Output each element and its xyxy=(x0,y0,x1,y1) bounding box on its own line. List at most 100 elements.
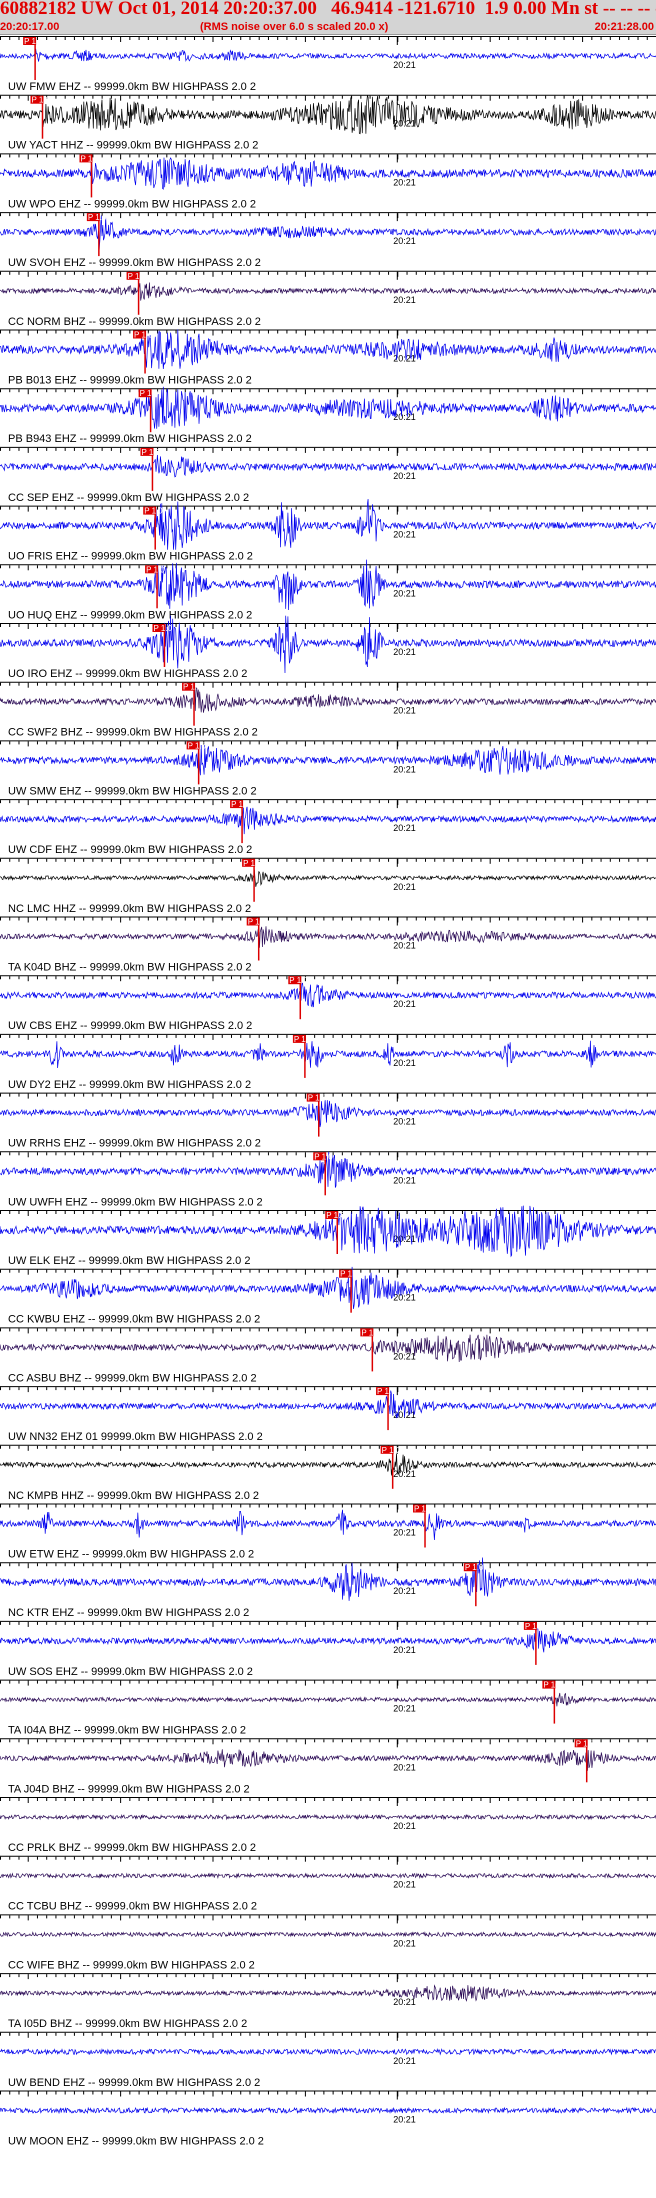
minute-label: 20:21 xyxy=(393,1528,416,1538)
waveform-line xyxy=(0,869,656,887)
trace-panel: 20:21 P 1.0 UW CDF EHZ -- 99999.0km BW HIG… xyxy=(0,799,656,856)
minute-label: 20:21 xyxy=(393,882,416,892)
minute-label: 20:21 xyxy=(393,999,416,1009)
trace-panel: 20:21 P 1.0 PB B943 EHZ -- 99999.0km BW HI… xyxy=(0,386,656,445)
station-label: UW YACT HHZ -- 99999.0km BW HIGHPASS 2.0… xyxy=(8,140,258,152)
trace-panel: 20:21P 1.0UW ELK EHZ -- 99999.0km BW HIG… xyxy=(0,1205,656,1267)
station-label: NC KMPB HHZ -- 99999.0km BW HIGHPASS 2.0… xyxy=(8,1490,259,1502)
minute-label: 20:21 xyxy=(393,471,416,481)
waveform-line xyxy=(0,1813,656,1821)
waveform-line xyxy=(0,687,656,713)
station-label: CC PRLK BHZ -- 99999.0km BW HIGHPASS 2.0… xyxy=(8,1842,256,1854)
station-label: UW SVOH EHZ -- 99999.0km BW HIGHPASS 2.0… xyxy=(8,257,261,269)
minute-label: 20:21 xyxy=(393,236,416,246)
station-label: CC WIFE BHZ -- 99999.0km BW HIGHPASS 2.0… xyxy=(8,1959,255,1971)
waveform-line xyxy=(0,1390,656,1419)
trace-panel: 20:21 P 1.0 CC ASBU BHZ -- 99999.0km BW HI… xyxy=(0,1327,656,1384)
trace-panel: 20:21 P 1.0 CC NORM BHZ -- 99999.0km BW HI… xyxy=(0,270,656,328)
trace-panel: 20:21 P 1.0 UW SOS EHZ -- 99999.0km BW HIG… xyxy=(0,1620,656,1678)
pick-label: P 1.0 xyxy=(153,624,172,633)
minute-label: 20:21 xyxy=(393,1762,416,1772)
station-label: TA I04A BHZ -- 99999.0km BW HIGHPASS 2.0… xyxy=(8,1725,246,1737)
pick-label: P 1.0 xyxy=(248,918,267,927)
station-label: UW NN32 EHZ 01 99999.0km BW HIGHPASS 2.0… xyxy=(8,1431,263,1443)
waveform-line xyxy=(0,329,656,370)
waveform-line xyxy=(0,1749,656,1771)
minute-label: 20:21 xyxy=(393,1821,416,1831)
pick-label: P 1.0 xyxy=(525,1622,544,1631)
pick-label: P 1.0 xyxy=(183,683,202,692)
minute-label: 20:21 xyxy=(393,1117,416,1127)
minute-label: 20:21 xyxy=(393,60,416,70)
minute-label: 20:21 xyxy=(393,1880,416,1890)
waveform-line xyxy=(0,48,656,62)
station-label: UW DY2 EHZ -- 99999.0km BW HIGHPASS 2.0 … xyxy=(8,1079,251,1091)
trace-panel: 20:21 P 1.0 UO HUQ EHZ -- 99999.0km BW HIG… xyxy=(0,559,656,621)
waveform-line xyxy=(0,95,656,135)
trace-panel: 20:21 P 1.0 NC LMC HHZ -- 99999.0km BW HIG… xyxy=(0,857,656,915)
waveform-line xyxy=(0,982,656,1008)
station-label: UW UWFH EHZ -- 99999.0km BW HIGHPASS 2.0… xyxy=(8,1196,263,1208)
waveform-line xyxy=(0,499,656,550)
minute-label: 20:21 xyxy=(393,412,416,422)
waveform-line xyxy=(0,1334,656,1363)
pick-label: P 1.0 xyxy=(382,1446,401,1455)
pick-label: P 1.0 xyxy=(361,1328,380,1337)
waveform-line xyxy=(0,1453,656,1476)
minute-label: 20:21 xyxy=(393,1175,416,1185)
station-label: PB B013 EHZ -- 99999.0km BW HIGHPASS 2.0… xyxy=(8,375,252,387)
station-label: CC SWF2 BHZ -- 99999.0km BW HIGHPASS 2.0… xyxy=(8,727,258,739)
pick-label: P 1.0 xyxy=(24,37,43,46)
waveform-line xyxy=(0,2106,656,2115)
waveform-line xyxy=(0,282,656,301)
minute-label: 20:21 xyxy=(393,177,416,187)
station-label: UO IRO EHZ -- 99999.0km BW HIGHPASS 2.0 … xyxy=(8,668,247,680)
end-time: 20:21:28.00 xyxy=(594,21,654,33)
trace-panel: 20:21 P 1.0 NC KMPB HHZ -- 99999.0km BW HI… xyxy=(0,1444,656,1502)
pick-label: P 1.0 xyxy=(141,448,160,457)
waveform-line xyxy=(0,1931,656,1938)
minute-label: 20:21 xyxy=(393,1997,416,2007)
seismogram-plot: 20:21 P 1.0 UW FMW EHZ -- 99999.0km BW HIG… xyxy=(0,36,656,2148)
pick-label: P 1.0 xyxy=(308,1094,327,1103)
station-label: TA I05D BHZ -- 99999.0km BW HIGHPASS 2.0… xyxy=(8,2018,247,2030)
event-title: 60882182 UW Oct 01, 2014 20:20:37.00 46.… xyxy=(0,0,656,19)
waveform-line xyxy=(0,1984,656,2002)
station-label: UW CDF EHZ -- 99999.0km BW HIGHPASS 2.0 … xyxy=(8,844,252,856)
station-label: UW FMW EHZ -- 99999.0km BW HIGHPASS 2.0 … xyxy=(8,81,256,93)
pick-label: P 1.0 xyxy=(134,331,153,340)
trace-panel: 20:21 P 1.0 TA K04D BHZ -- 99999.0km BW HI… xyxy=(0,916,656,974)
trace-panel: 20:21 CC TCBU BHZ -- 99999.0km BW HIGHPAS… xyxy=(0,1855,656,1913)
station-label: CC SEP EHZ -- 99999.0km BW HIGHPASS 2.0 … xyxy=(8,492,249,504)
trace-panel: 20:21 P 1.0 NC KTR EHZ -- 99999.0km BW HIG… xyxy=(0,1557,656,1619)
waveform-line xyxy=(0,1040,656,1069)
pick-label: P 1.0 xyxy=(144,507,163,516)
trace-panel: 20:21 CC WIFE BHZ -- 99999.0km BW HIGHPAS… xyxy=(0,1914,656,1971)
minute-label: 20:21 xyxy=(393,706,416,716)
trace-panel: 20:21 UW MOON EHZ -- 99999.0km BW HIGHPAS… xyxy=(0,2090,656,2148)
trace-panel: 20:21 P 1.0 UW ETW EHZ -- 99999.0km BW HIG… xyxy=(0,1503,656,1561)
waveform-line xyxy=(0,1266,656,1309)
trace-panel: 20:21 CC PRLK BHZ -- 99999.0km BW HIGHPAS… xyxy=(0,1797,656,1854)
waveform-line xyxy=(0,559,656,611)
trace-panel: 20:21 TA I05D BHZ -- 99999.0km BW HIGHPAS… xyxy=(0,1973,656,2030)
minute-label: 20:21 xyxy=(393,1586,416,1596)
waveform-line xyxy=(0,386,656,429)
pick-label: P 1.0 xyxy=(576,1739,595,1748)
minute-label: 20:21 xyxy=(393,295,416,305)
waveform-line xyxy=(0,1692,656,1707)
pick-label: P 1.0 xyxy=(80,154,99,163)
station-label: UW SMW EHZ -- 99999.0km BW HIGHPASS 2.0 … xyxy=(8,785,257,797)
pick-label: P 1.0 xyxy=(128,272,147,281)
minute-label: 20:21 xyxy=(393,1704,416,1714)
station-label: UW SOS EHZ -- 99999.0km BW HIGHPASS 2.0 … xyxy=(8,1666,253,1678)
trace-panel: 20:21 P 1.0 CC SWF2 BHZ -- 99999.0km BW HI… xyxy=(0,681,656,739)
trace-panel: 20:21 P 1.0 CC KWBU EHZ -- 99999.0km BW HI… xyxy=(0,1266,656,1326)
trace-panel: 20:21 P 1.0 UW SMW EHZ -- 99999.0km BW HIG… xyxy=(0,740,656,797)
station-label: TA J04D BHZ -- 99999.0km BW HIGHPASS 2.0… xyxy=(8,1783,250,1795)
pick-label: P 1.0 xyxy=(88,213,107,222)
waveform-line xyxy=(0,2048,656,2056)
minute-label: 20:21 xyxy=(393,1293,416,1303)
header-bar: 60882182 UW Oct 01, 2014 20:20:37.00 46.… xyxy=(0,0,656,35)
minute-label: 20:21 xyxy=(393,1645,416,1655)
